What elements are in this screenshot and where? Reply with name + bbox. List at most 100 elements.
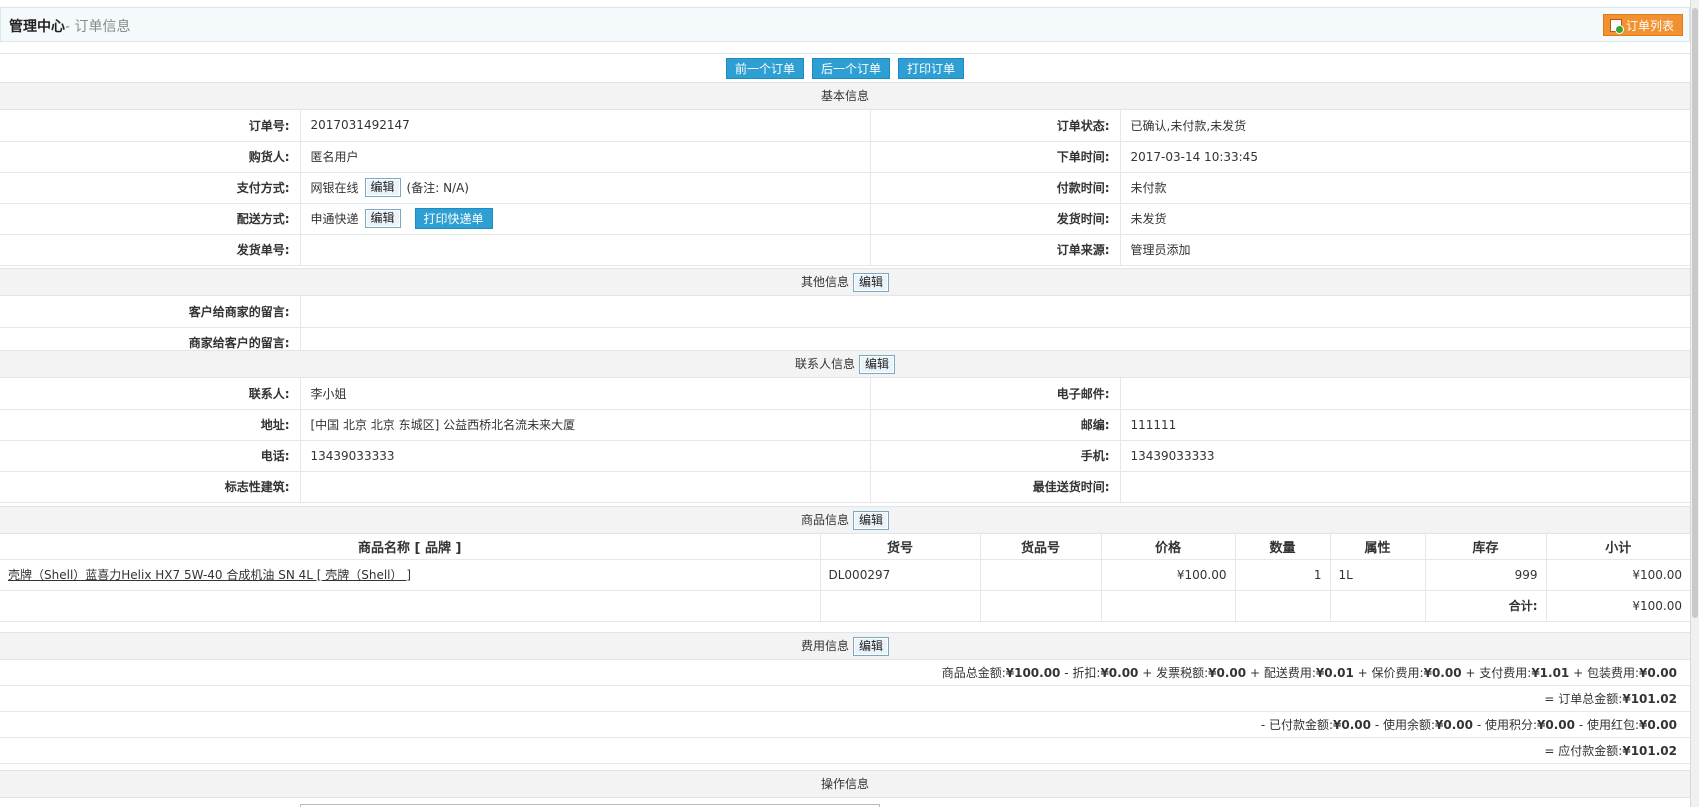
order-time-label: 下单时间:: [870, 141, 1121, 173]
email-label: 电子邮件:: [870, 378, 1121, 410]
goods-subtotal: ¥100.00: [1546, 559, 1690, 591]
goods-stock: 999: [1425, 559, 1547, 591]
goods-amount: ¥100.00: [1005, 666, 1061, 680]
paid: ¥0.00: [1333, 718, 1371, 732]
empty-cell: [1101, 590, 1236, 622]
print-express-button[interactable]: 打印快递单: [414, 208, 493, 229]
table-row: 订单号: 2017031492147 订单状态: 已确认,未付款,未发货: [0, 110, 1690, 142]
pay-fee: ¥1.01: [1531, 666, 1570, 680]
title-main: 管理中心: [9, 19, 65, 35]
to-seller-message: [300, 296, 1690, 328]
table-row: 发货单号: 订单来源: 管理员添加: [0, 234, 1690, 266]
edit-pay-method-button[interactable]: 编辑: [364, 178, 401, 197]
other-info-header: 其他信息 编辑: [0, 268, 1690, 296]
order-total: ¥101.02: [1622, 692, 1677, 706]
prev-order-button[interactable]: 前一个订单: [726, 58, 805, 79]
integral-label: - 使用积分:: [1476, 718, 1538, 732]
pay-method: 网银在线: [310, 181, 359, 195]
edit-other-info-button[interactable]: 编辑: [853, 272, 890, 292]
contact-info-title: 联系人信息: [794, 357, 855, 371]
col-stock: 库存: [1425, 534, 1547, 560]
address: [中国 北京 北京 东城区] 公益西桥北名流未来大厦: [300, 409, 871, 441]
best-time-label: 最佳送货时间:: [870, 471, 1121, 503]
empty-cell: [980, 590, 1102, 622]
order-info-panel: 前一个订单 后一个订单 打印订单 基本信息 订单号: 2017031492147…: [0, 53, 1690, 807]
col-product-sn: 货品号: [980, 534, 1102, 560]
fee-line-1: 商品总金额:¥100.00 - 折扣:¥0.00 + 发票税额:¥0.00 + …: [0, 660, 1690, 686]
invoice-no: [300, 234, 871, 266]
edit-contact-button[interactable]: 编辑: [859, 354, 896, 374]
insure-fee: ¥0.00: [1423, 666, 1462, 680]
order-status-label: 订单状态:: [870, 110, 1121, 142]
landmark-label: 标志性建筑:: [0, 471, 301, 503]
table-row: 客户给商家的留言:: [0, 296, 1690, 328]
scrollbar-thumb[interactable]: [1692, 8, 1698, 618]
fee-info-header: 费用信息 编辑: [0, 632, 1690, 660]
table-row: 壳牌（Shell）蓝喜力Helix HX7 5W-40 合成机油 SN 4L […: [0, 559, 1690, 591]
empty-cell: [1330, 590, 1426, 622]
pay-time-label: 付款时间:: [870, 172, 1121, 204]
surplus-label: - 使用余额:: [1374, 718, 1436, 732]
table-row: 联系人: 李小姐 电子邮件:: [0, 378, 1690, 410]
email: [1120, 378, 1690, 410]
empty-cell: [1235, 590, 1331, 622]
bonus: ¥0.00: [1639, 718, 1677, 732]
fee-line-3: - 已付款金额:¥0.00 - 使用余额:¥0.00 - 使用积分:¥0.00 …: [0, 712, 1690, 738]
ship-fee-label: + 配送费用:: [1249, 666, 1316, 680]
order-nav: 前一个订单 后一个订单 打印订单: [0, 54, 1690, 82]
goods-info-header: 商品信息 编辑: [0, 506, 1690, 534]
order-no-label: 订单号:: [0, 110, 301, 142]
goods-price: ¥100.00: [1101, 559, 1236, 591]
surplus: ¥0.00: [1435, 718, 1473, 732]
ship-method-label: 配送方式:: [0, 203, 301, 235]
table-row: 电话: 13439033333 手机: 13439033333: [0, 440, 1690, 472]
edit-ship-method-button[interactable]: 编辑: [364, 209, 401, 228]
order-list-button[interactable]: 订单列表: [1602, 14, 1683, 36]
basic-info-table: 订单号: 2017031492147 订单状态: 已确认,未付款,未发货 购货人…: [0, 110, 1690, 266]
pack-fee-label: + 包装费用:: [1573, 666, 1640, 680]
pay-note: (备注: N/A): [406, 181, 469, 195]
best-time: [1120, 471, 1690, 503]
col-subtotal: 小计: [1546, 534, 1690, 560]
goods-name-link[interactable]: 壳牌（Shell）蓝喜力Helix HX7 5W-40 合成机油 SN 4L […: [8, 568, 411, 582]
landmark: [300, 471, 871, 503]
basic-info-header: 基本信息: [0, 82, 1690, 110]
zip-label: 邮编:: [870, 409, 1121, 441]
print-order-button[interactable]: 打印订单: [898, 58, 965, 79]
goods-qty: 1: [1235, 559, 1331, 591]
goods-name-cell: 壳牌（Shell）蓝喜力Helix HX7 5W-40 合成机油 SN 4L […: [0, 559, 821, 591]
contact-info-header: 联系人信息 编辑: [0, 350, 1690, 378]
operation-info-title: 操作信息: [820, 777, 869, 791]
vertical-scrollbar[interactable]: [1690, 0, 1699, 807]
ship-time-label: 发货时间:: [870, 203, 1121, 235]
empty-cell: [820, 590, 981, 622]
table-row: 配送方式: 申通快递 编辑 打印快递单 发货时间: 未发货: [0, 203, 1690, 235]
due-label: = 应付款金额:: [1544, 744, 1623, 758]
title-sub: - 订单信息: [65, 19, 131, 35]
goods-amount-label: 商品总金额:: [941, 666, 1006, 680]
col-attr: 属性: [1330, 534, 1426, 560]
next-order-button[interactable]: 后一个订单: [812, 58, 891, 79]
ship-method: 申通快递: [310, 212, 359, 226]
buyer-label: 购货人:: [0, 141, 301, 173]
pay-method-cell: 网银在线 编辑 (备注: N/A): [300, 172, 871, 204]
discount: ¥0.00: [1100, 666, 1139, 680]
table-row: 地址: [中国 北京 北京 东城区] 公益西桥北名流未来大厦 邮编: 11111…: [0, 409, 1690, 441]
goods-header-row: 商品名称 [ 品牌 ] 货号 货品号 价格 数量 属性 库存 小计: [0, 534, 1690, 560]
due-amount: ¥101.02: [1622, 744, 1677, 758]
product-sn: [980, 559, 1102, 591]
page-header: 管理中心- 订单信息 订单列表: [0, 7, 1690, 42]
order-status: 已确认,未付款,未发货: [1120, 110, 1690, 142]
contact-name: 李小姐: [300, 378, 871, 410]
goods-sn: DL000297: [820, 559, 981, 591]
fee-line-4: = 应付款金额:¥101.02: [0, 738, 1690, 764]
add-list-icon: [1609, 18, 1624, 34]
buyer: 匿名用户: [300, 141, 871, 173]
edit-fee-button[interactable]: 编辑: [853, 636, 890, 656]
other-info-title: 其他信息: [800, 275, 849, 289]
empty-cell: [0, 590, 821, 622]
tel: 13439033333: [300, 440, 871, 472]
fee-line-2: = 订单总金额:¥101.02: [0, 686, 1690, 712]
pack-fee: ¥0.00: [1639, 666, 1677, 680]
edit-goods-button[interactable]: 编辑: [853, 510, 890, 530]
